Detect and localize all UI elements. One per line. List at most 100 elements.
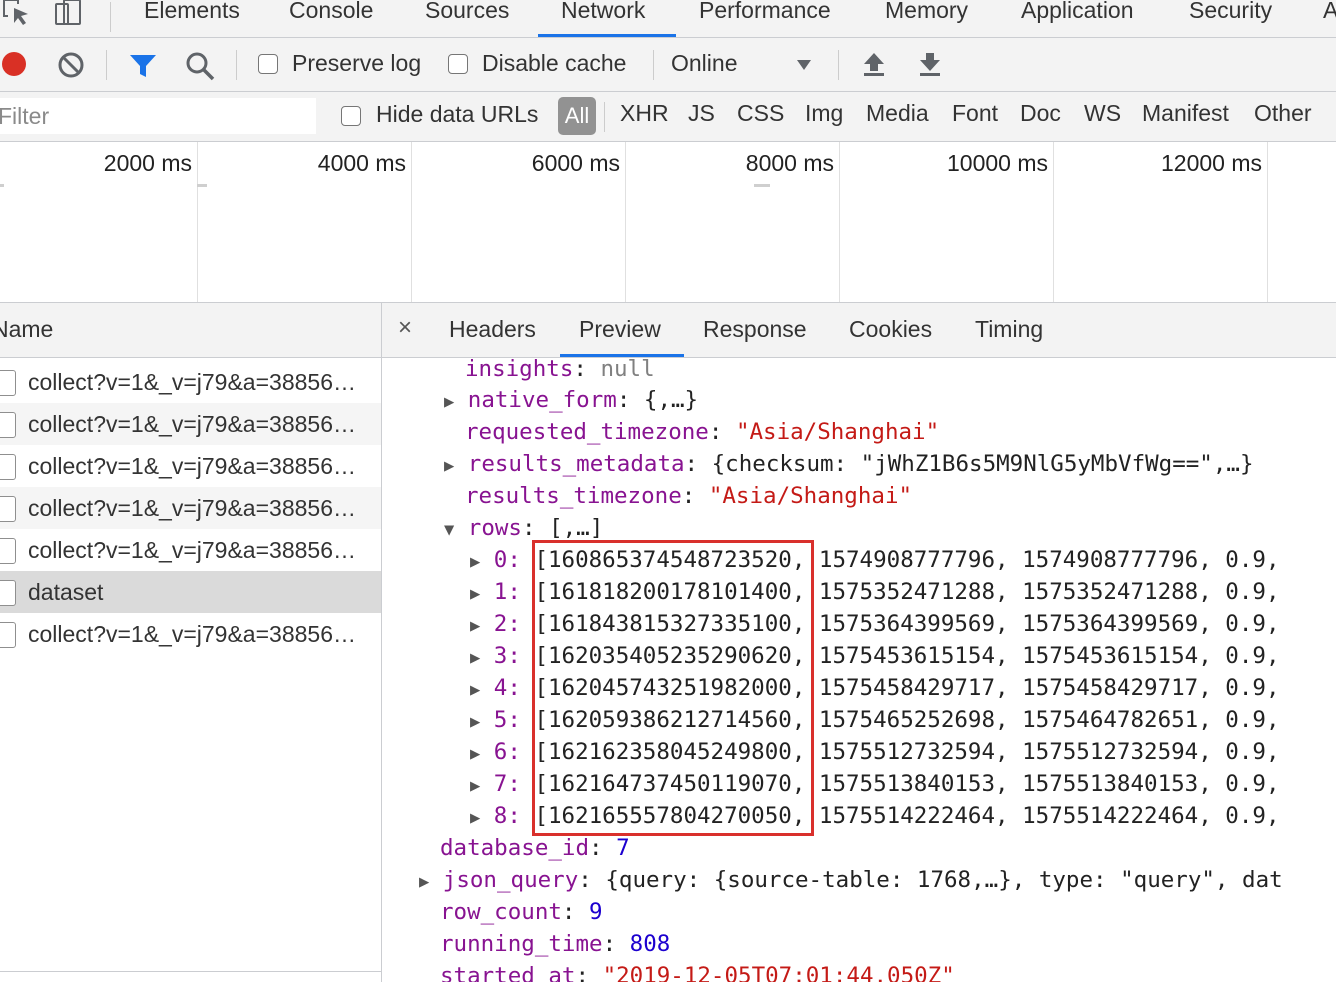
record-icon[interactable] xyxy=(2,52,26,76)
json-row-item[interactable]: ▶ 0: [160865374548723520, 1574908777796,… xyxy=(470,544,1280,576)
import-har-icon[interactable] xyxy=(862,51,886,77)
tab-console[interactable]: Console xyxy=(289,0,373,24)
expand-triangle-icon[interactable]: ▶ xyxy=(470,552,480,572)
expand-triangle-icon[interactable]: ▶ xyxy=(419,872,429,892)
device-toolbar-icon[interactable] xyxy=(54,0,84,28)
json-entry-native-form[interactable]: ▶ native_form: {,…} xyxy=(444,384,698,416)
request-row[interactable]: collect?v=1&_v=j79&a=38856… xyxy=(0,361,381,403)
filter-type-xhr[interactable]: XHR xyxy=(620,100,669,127)
expand-triangle-icon[interactable]: ▶ xyxy=(444,456,454,476)
json-entry-database-id: database_id: 7 xyxy=(440,835,630,861)
json-row-item[interactable]: ▶ 1: [161818200178101400, 1575352471288,… xyxy=(470,576,1280,608)
json-entry-rows[interactable]: ▼ rows: [,…] xyxy=(444,512,603,544)
tab-headers[interactable]: Headers xyxy=(449,316,536,343)
json-entry-row-count: row_count: 9 xyxy=(440,899,603,925)
timeline-request-bar xyxy=(0,184,4,187)
tab-cookies[interactable]: Cookies xyxy=(849,316,932,343)
expand-triangle-icon[interactable]: ▶ xyxy=(470,680,480,700)
network-overview-timeline[interactable]: 2000 ms 4000 ms 6000 ms 8000 ms 10000 ms… xyxy=(0,142,1336,303)
hide-data-urls-checkbox[interactable] xyxy=(341,106,361,126)
filter-input[interactable] xyxy=(0,98,316,134)
tab-application[interactable]: Application xyxy=(1021,0,1134,24)
disable-cache-checkbox[interactable] xyxy=(448,54,468,74)
expand-triangle-icon[interactable]: ▶ xyxy=(470,648,480,668)
network-toolbar: Preserve log Disable cache Online xyxy=(0,38,1336,92)
file-icon xyxy=(0,412,16,438)
expand-triangle-icon[interactable]: ▶ xyxy=(470,584,480,604)
request-row[interactable]: collect?v=1&_v=j79&a=38856… xyxy=(0,613,381,655)
file-icon xyxy=(0,538,16,564)
request-name: collect?v=1&_v=j79&a=38856… xyxy=(28,411,356,437)
json-entry-results-metadata[interactable]: ▶ results_metadata: {checksum: "jWhZ1B6s… xyxy=(444,448,1254,480)
devtools-tab-bar: Elements Console Sources Network Perform… xyxy=(0,0,1336,38)
timeline-label-8000: 8000 ms xyxy=(745,150,834,176)
close-icon[interactable]: × xyxy=(398,314,412,342)
filter-type-css[interactable]: CSS xyxy=(737,100,784,127)
expand-triangle-icon[interactable]: ▶ xyxy=(470,616,480,636)
collapse-triangle-icon[interactable]: ▼ xyxy=(444,520,454,540)
json-entry-requested-timezone: requested_timezone: "Asia/Shanghai" xyxy=(465,419,940,445)
json-row-item[interactable]: ▶ 2: [161843815327335100, 1575364399569,… xyxy=(470,608,1280,640)
request-row-selected[interactable]: dataset xyxy=(0,571,381,613)
tab-network[interactable]: Network xyxy=(561,0,645,24)
tab-performance[interactable]: Performance xyxy=(699,0,831,24)
json-entry-json-query[interactable]: ▶ json_query: {query: {source-table: 176… xyxy=(419,864,1283,896)
chevron-down-icon[interactable] xyxy=(796,58,812,72)
filter-icon[interactable] xyxy=(128,52,158,80)
file-icon xyxy=(0,622,16,648)
file-icon xyxy=(0,496,16,522)
filter-type-doc[interactable]: Doc xyxy=(1020,100,1061,127)
request-row[interactable]: collect?v=1&_v=j79&a=38856… xyxy=(0,403,381,445)
tab-security[interactable]: Security xyxy=(1189,0,1272,24)
preserve-log-checkbox[interactable] xyxy=(258,54,278,74)
json-row-item[interactable]: ▶ 7: [162164737450119070, 1575513840153,… xyxy=(470,768,1280,800)
tab-preview[interactable]: Preview xyxy=(579,316,661,343)
timeline-label-12000: 12000 ms xyxy=(1160,150,1262,176)
tab-timing[interactable]: Timing xyxy=(975,316,1043,343)
json-row-item[interactable]: ▶ 4: [162045743251982000, 1575458429717,… xyxy=(470,672,1280,704)
tab-memory[interactable]: Memory xyxy=(885,0,968,24)
filter-type-font[interactable]: Font xyxy=(952,100,998,127)
expand-triangle-icon[interactable]: ▶ xyxy=(470,776,480,796)
request-row[interactable]: collect?v=1&_v=j79&a=38856… xyxy=(0,529,381,571)
request-list: Name collect?v=1&_v=j79&a=38856… collect… xyxy=(0,303,382,982)
name-column-label: Name xyxy=(0,316,54,342)
filter-type-ws[interactable]: WS xyxy=(1084,100,1121,127)
filter-type-media[interactable]: Media xyxy=(866,100,929,127)
request-name: collect?v=1&_v=j79&a=38856… xyxy=(28,495,356,521)
throttling-select[interactable]: Online xyxy=(671,50,737,77)
inspect-element-icon[interactable] xyxy=(2,0,32,28)
name-column-header[interactable]: Name xyxy=(0,303,381,358)
tab-response[interactable]: Response xyxy=(703,316,807,343)
request-row[interactable]: collect?v=1&_v=j79&a=38856… xyxy=(0,487,381,529)
expand-triangle-icon[interactable]: ▶ xyxy=(470,712,480,732)
json-row-item[interactable]: ▶ 8: [162165557804270050, 1575514222464,… xyxy=(470,800,1280,832)
filter-type-js[interactable]: JS xyxy=(688,100,715,127)
timeline-request-bar xyxy=(197,184,207,187)
tab-sources[interactable]: Sources xyxy=(425,0,509,24)
filter-type-img[interactable]: Img xyxy=(805,100,843,127)
request-name: collect?v=1&_v=j79&a=38856… xyxy=(28,369,356,395)
json-entry-started-at: started_at: "2019-12-05T07:01:44.050Z" xyxy=(440,963,955,982)
expand-triangle-icon[interactable]: ▶ xyxy=(444,392,454,412)
clear-icon[interactable] xyxy=(57,51,85,79)
tab-audits[interactable]: A xyxy=(1323,0,1336,24)
timeline-label-2000: 2000 ms xyxy=(103,150,192,176)
export-har-icon[interactable] xyxy=(918,51,942,77)
json-preview[interactable]: insights: null ▶ native_form: {,…} reque… xyxy=(382,358,1336,982)
filter-type-all[interactable]: All xyxy=(558,97,596,135)
request-name: collect?v=1&_v=j79&a=38856… xyxy=(28,621,356,647)
json-row-item[interactable]: ▶ 6: [162162358045249800, 1575512732594,… xyxy=(470,736,1280,768)
filter-type-manifest[interactable]: Manifest xyxy=(1142,100,1229,127)
expand-triangle-icon[interactable]: ▶ xyxy=(470,744,480,764)
json-row-item[interactable]: ▶ 5: [162059386212714560, 1575465252698,… xyxy=(470,704,1280,736)
tab-elements[interactable]: Elements xyxy=(144,0,240,24)
filter-type-other[interactable]: Other xyxy=(1254,100,1312,127)
hide-data-urls-label: Hide data URLs xyxy=(376,101,539,127)
request-name: collect?v=1&_v=j79&a=38856… xyxy=(28,453,356,479)
expand-triangle-icon[interactable]: ▶ xyxy=(470,808,480,828)
json-row-item[interactable]: ▶ 3: [162035405235290620, 1575453615154,… xyxy=(470,640,1280,672)
request-name: dataset xyxy=(28,579,104,605)
search-icon[interactable] xyxy=(185,51,215,81)
request-row[interactable]: collect?v=1&_v=j79&a=38856… xyxy=(0,445,381,487)
